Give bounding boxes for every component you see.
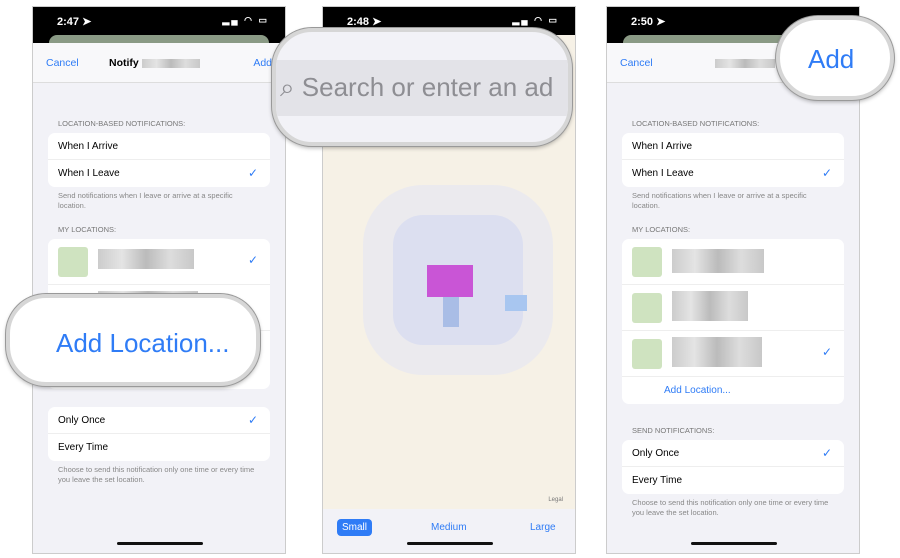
add-location-button[interactable]: Add Location... <box>10 298 256 359</box>
add-location-button[interactable]: Add Location... <box>622 377 844 404</box>
size-small[interactable]: Small <box>337 519 373 536</box>
radius-size-selector: Small Medium Large <box>323 509 575 553</box>
cancel-button[interactable]: Cancel <box>46 57 79 69</box>
sheet-title: Notify <box>109 57 200 69</box>
section-header: MY LOCATIONS: <box>58 225 117 234</box>
map-thumbnail <box>58 247 88 277</box>
signal-wifi-battery-icon: ▂▄ ◠ ▭ <box>512 15 559 25</box>
option-when-i-arrive[interactable]: When I Arrive <box>622 133 844 160</box>
notify-sheet: Cancel LOCATION-BASED NOTIFICATIONS: Whe… <box>607 43 859 553</box>
cancel-button[interactable]: Cancel <box>620 57 653 69</box>
location-item[interactable]: ✓ <box>48 239 270 285</box>
option-every-time[interactable]: Every Time <box>48 434 270 461</box>
section-header: LOCATION-BASED NOTIFICATIONS: <box>58 119 186 128</box>
footer-text: Send notifications when I leave or arriv… <box>632 191 807 210</box>
option-only-once[interactable]: Only Once ✓ <box>48 407 270 434</box>
checkmark-icon: ✓ <box>821 345 832 359</box>
location-item[interactable] <box>622 239 844 285</box>
checkmark-icon: ✓ <box>247 253 258 267</box>
option-every-time[interactable]: Every Time <box>622 467 844 494</box>
location-item[interactable]: ✓ <box>622 331 844 377</box>
time: 2:47 <box>57 16 80 28</box>
section-header: LOCATION-BASED NOTIFICATIONS: <box>632 119 760 128</box>
legal-link[interactable]: Legal <box>548 497 563 503</box>
option-when-i-leave[interactable]: When I Leave ✓ <box>622 160 844 187</box>
nav-bar: Cancel Notify Add <box>33 43 285 83</box>
option-when-i-arrive[interactable]: When I Arrive <box>48 133 270 160</box>
home-indicator <box>117 542 203 545</box>
add-button[interactable]: Add <box>780 20 890 75</box>
section-header: MY LOCATIONS: <box>632 225 691 234</box>
add-button[interactable]: Add <box>253 57 272 69</box>
location-item[interactable] <box>622 285 844 331</box>
status-bar: 2:47 ➤ ▂▄ ◠ ▭ <box>57 15 269 28</box>
home-indicator <box>691 542 777 545</box>
size-medium[interactable]: Medium <box>431 522 467 533</box>
checkmark-icon: ✓ <box>821 446 832 460</box>
magnified-add-location: Add Location... <box>6 294 260 386</box>
section-header: SEND NOTIFICATIONS: <box>632 426 715 435</box>
signal-wifi-battery-icon: ▂▄ ◠ ▭ <box>222 15 269 25</box>
magnified-search-field: ⌕ Search or enter an ad <box>272 28 572 146</box>
home-indicator <box>407 542 493 545</box>
checkmark-icon: ✓ <box>247 166 258 180</box>
checkmark-icon: ✓ <box>247 413 258 427</box>
footer-text: Choose to send this notification only on… <box>58 465 255 484</box>
size-large[interactable]: Large <box>530 522 556 533</box>
option-only-once[interactable]: Only Once ✓ <box>622 440 844 467</box>
location-pin <box>427 265 473 297</box>
magnified-add-button: Add <box>776 16 894 100</box>
search-input[interactable]: ⌕ Search or enter an ad <box>280 72 553 104</box>
search-icon: ⌕ <box>280 72 295 102</box>
option-when-i-leave[interactable]: When I Leave ✓ <box>48 160 270 187</box>
phone-screenshot-1: 2:47 ➤ ▂▄ ◠ ▭ Cancel Notify Add LOCATION-… <box>32 6 286 554</box>
checkmark-icon: ✓ <box>821 166 832 180</box>
footer-text: Send notifications when I leave or arriv… <box>58 191 233 210</box>
footer-text: Choose to send this notification only on… <box>632 498 829 517</box>
